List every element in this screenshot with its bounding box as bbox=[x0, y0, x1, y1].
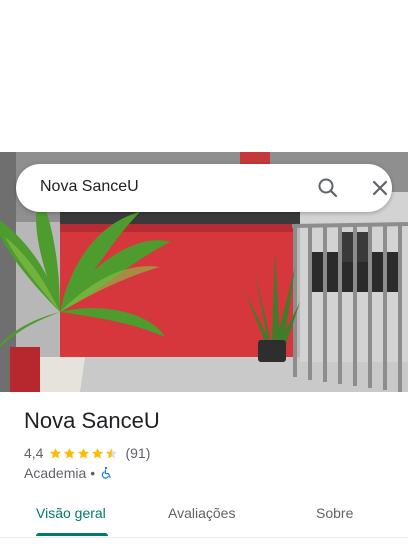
star-rating bbox=[49, 447, 119, 460]
search-icon[interactable] bbox=[316, 176, 340, 200]
category-row: Academia • bbox=[24, 464, 113, 482]
tab-overview[interactable]: Visão geral bbox=[36, 505, 106, 521]
search-input[interactable]: Nova SanceU bbox=[40, 178, 139, 196]
star-icon bbox=[64, 447, 76, 458]
star-icon bbox=[78, 447, 90, 458]
star-icon bbox=[50, 447, 62, 458]
search-bar[interactable]: Nova SanceU bbox=[16, 164, 392, 212]
tab-about[interactable]: Sobre bbox=[316, 505, 353, 521]
star-icon bbox=[92, 447, 104, 458]
separator-dot: • bbox=[90, 465, 96, 481]
rating-row[interactable]: 4,4 (91) bbox=[24, 444, 150, 462]
active-tab-indicator bbox=[36, 533, 108, 536]
close-icon[interactable] bbox=[368, 176, 392, 200]
review-count[interactable]: (91) bbox=[125, 445, 150, 461]
half-star-icon bbox=[106, 447, 118, 458]
rating-value: 4,4 bbox=[24, 445, 44, 461]
place-title: Nova SanceU bbox=[24, 408, 160, 433]
blank-header-area bbox=[0, 0, 408, 152]
tab-bar: Visão geral Avaliações Sobre bbox=[0, 494, 408, 538]
wheelchair-icon bbox=[101, 466, 111, 479]
tab-reviews[interactable]: Avaliações bbox=[168, 505, 235, 521]
place-category: Academia bbox=[24, 465, 87, 481]
